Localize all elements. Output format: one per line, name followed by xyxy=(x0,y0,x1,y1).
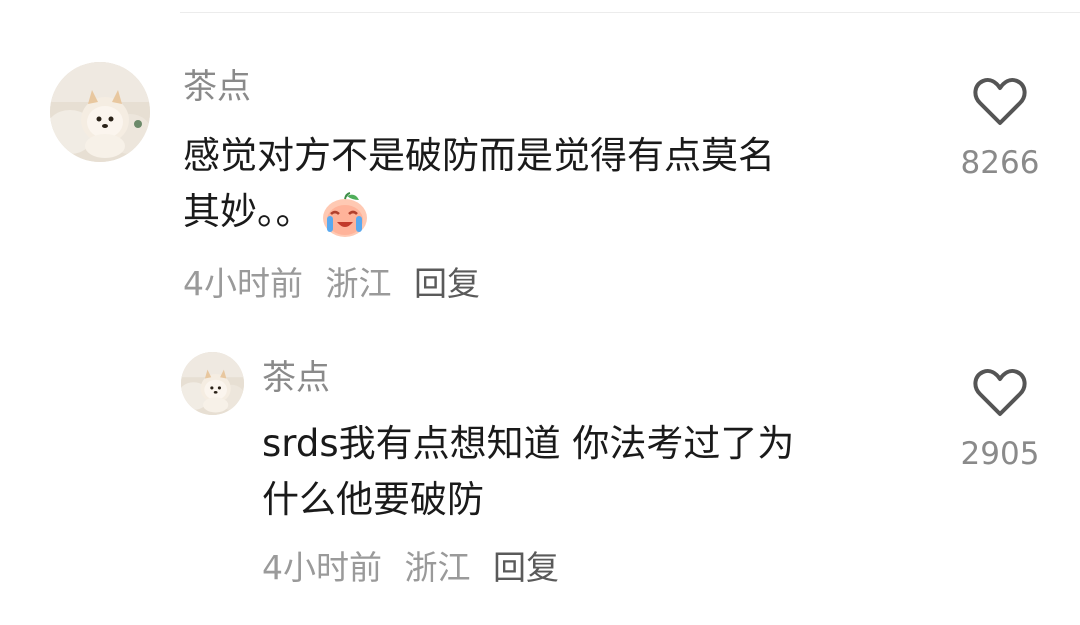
comment-time: 4小时前 xyxy=(262,548,382,587)
reply-comment-item: 茶点 srds我有点想知道 你法考过了为 什么他要破防 4小时前 浙江 回复 2… xyxy=(0,320,1080,625)
reply-button[interactable]: 回复 xyxy=(414,264,480,303)
pomeranian-dog-avatar-icon xyxy=(50,62,150,162)
comment-time: 4小时前 xyxy=(183,264,303,303)
avatar[interactable] xyxy=(181,352,244,415)
comment-text: srds我有点想知道 你法考过了为 什么他要破防 xyxy=(262,416,794,528)
crying-laughing-peach-emoji-icon xyxy=(322,191,367,237)
comment-username[interactable]: 茶点 xyxy=(262,358,330,398)
heart-outline-icon xyxy=(973,77,1027,125)
comment-text-line: 其妙。。 xyxy=(183,184,775,240)
comment-username[interactable]: 茶点 xyxy=(183,67,251,107)
like-count: 2905 xyxy=(960,436,1040,472)
like-button[interactable]: 8266 xyxy=(950,77,1050,181)
reply-button[interactable]: 回复 xyxy=(493,548,559,587)
comment-text-line-content: 其妙。。 xyxy=(183,190,313,233)
pomeranian-dog-avatar-icon xyxy=(181,352,244,415)
comment-text-line: 感觉对方不是破防而是觉得有点莫名 xyxy=(183,134,775,177)
comment-text-line: srds我有点想知道 你法考过了为 xyxy=(262,422,795,465)
comment-location: 浙江 xyxy=(325,264,392,303)
heart-outline-icon xyxy=(973,368,1027,416)
avatar[interactable] xyxy=(50,62,150,162)
like-count: 8266 xyxy=(960,145,1040,181)
comment-location: 浙江 xyxy=(404,548,471,587)
comment-text: 感觉对方不是破防而是觉得有点莫名 其妙。。 xyxy=(183,128,775,240)
comment-item: 茶点 感觉对方不是破防而是觉得有点莫名 其妙。。 4小时前 浙江 回复 8266 xyxy=(0,0,1080,320)
comment-meta: 4小时前 浙江 回复 xyxy=(183,264,480,304)
comment-text-line: 什么他要破防 xyxy=(262,478,484,521)
like-button[interactable]: 2905 xyxy=(950,368,1050,472)
comment-meta: 4小时前 浙江 回复 xyxy=(262,548,559,588)
